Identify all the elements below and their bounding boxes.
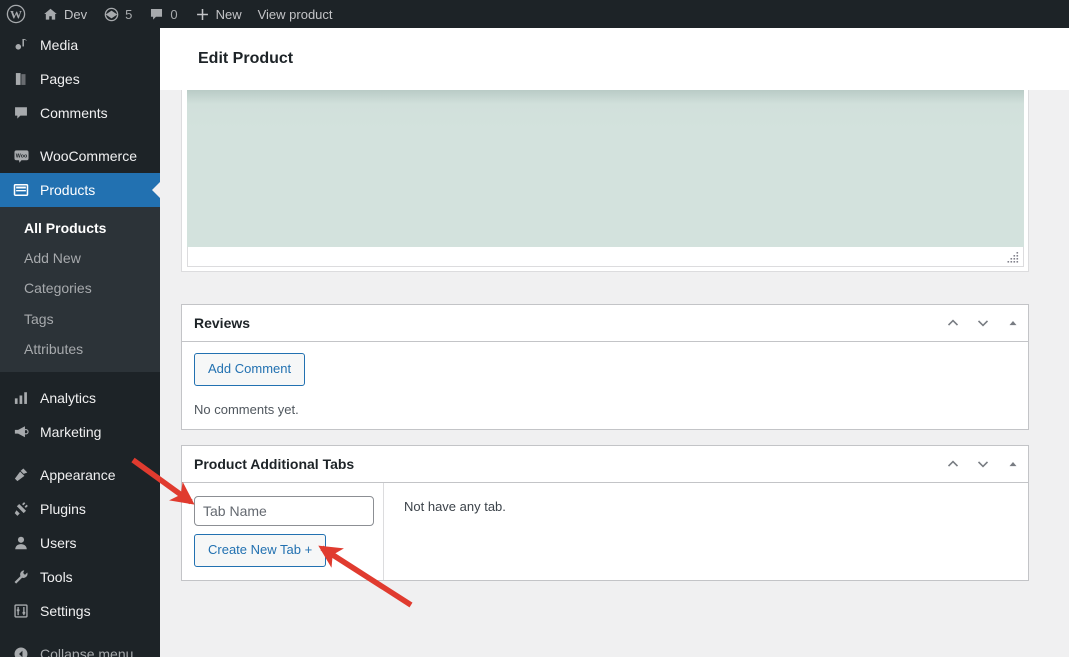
sidebar-item-categories[interactable]: Categories (0, 273, 160, 303)
products-icon (11, 180, 31, 200)
reviews-panel-header[interactable]: Reviews (182, 305, 1028, 342)
tools-icon (11, 567, 31, 587)
add-comment-button[interactable]: Add Comment (194, 353, 306, 386)
sidebar-item-comments[interactable]: Comments (0, 96, 160, 130)
svg-text:W: W (10, 8, 22, 22)
editor-resize-handle[interactable] (1006, 251, 1020, 264)
sidebar-item-label: Analytics (40, 389, 97, 406)
settings-icon (11, 601, 31, 621)
sidebar-item-label: Media (40, 37, 79, 53)
sidebar-separator (0, 372, 160, 381)
editor-content-area[interactable] (187, 90, 1024, 247)
media-icon (11, 35, 31, 55)
product-additional-tabs-panel: Product Additional Tabs Tab Name Create … (181, 445, 1029, 581)
current-menu-arrow-icon (152, 182, 160, 198)
reviews-empty-text: No comments yet. (194, 401, 299, 417)
updates-count: 5 (125, 6, 133, 22)
sidebar-separator (0, 449, 160, 458)
product-description-editor[interactable] (181, 90, 1029, 272)
additional-tabs-panel-header[interactable]: Product Additional Tabs (182, 446, 1028, 483)
sidebar-item-woocommerce[interactable]: Woo WooCommerce (0, 139, 160, 173)
sidebar-item-label: Plugins (40, 500, 86, 517)
comments-count: 0 (170, 6, 178, 22)
sidebar-item-label: Products (40, 182, 96, 198)
sidebar-item-label: WooCommerce (40, 148, 137, 164)
view-product-label: View product (257, 6, 333, 22)
new-content-button[interactable]: New (186, 0, 250, 28)
sidebar-item-all-products[interactable]: All Products (0, 213, 160, 243)
sidebar-item-add-new[interactable]: Add New (0, 243, 160, 273)
additional-tabs-panel-title: Product Additional Tabs (194, 456, 355, 472)
additional-tabs-panel-actions (938, 446, 1028, 482)
comments-icon (11, 103, 31, 123)
products-submenu: All Products Add New Categories Tags Att… (0, 207, 160, 372)
analytics-icon (11, 388, 31, 408)
sidebar-item-label: Collapse menu (40, 645, 134, 657)
create-new-tab-button[interactable]: Create New Tab + (194, 534, 327, 567)
sidebar-separator (0, 628, 160, 637)
plugins-icon (11, 499, 31, 519)
additional-tabs-form: Create New Tab + (182, 483, 384, 580)
reviews-panel: Reviews Add Comment No comments yet. (181, 304, 1029, 430)
sidebar-item-label: Appearance (40, 466, 116, 483)
main-content: Reviews Add Comment No comments yet. Pro… (160, 90, 1069, 657)
plus-icon (194, 6, 211, 23)
editor-status-bar (187, 247, 1024, 267)
reviews-panel-actions (938, 305, 1028, 341)
toggle-panel-icon[interactable] (998, 446, 1028, 482)
sidebar-item-attributes[interactable]: Attributes (0, 334, 160, 364)
wp-logo-button[interactable]: W (0, 0, 34, 28)
sidebar-separator (0, 130, 160, 139)
sidebar-item-label: Marketing (40, 423, 102, 440)
sidebar-item-plugins[interactable]: Plugins (0, 492, 160, 526)
page-header-bar: Edit Product (160, 28, 1069, 90)
users-icon (11, 533, 31, 553)
move-up-icon[interactable] (938, 446, 968, 482)
comments-button[interactable]: 0 (140, 0, 185, 28)
sidebar-item-tags[interactable]: Tags (0, 304, 160, 334)
toggle-panel-icon[interactable] (998, 305, 1028, 341)
woocommerce-icon: Woo (11, 146, 31, 166)
move-up-icon[interactable] (938, 305, 968, 341)
sidebar-item-tools[interactable]: Tools (0, 560, 160, 594)
reviews-panel-body: Add Comment No comments yet. (182, 342, 1028, 429)
sidebar-item-products[interactable]: Products (0, 173, 160, 207)
svg-text:Woo: Woo (15, 153, 27, 159)
sidebar-item-label: Tools (40, 568, 73, 585)
sidebar-item-label: Pages (40, 71, 80, 87)
tab-name-input[interactable] (194, 496, 374, 526)
sidebar-item-pages[interactable]: Pages (0, 62, 160, 96)
comment-bubble-icon (148, 6, 165, 23)
wordpress-logo-icon: W (6, 4, 26, 24)
view-product-button[interactable]: View product (250, 0, 341, 28)
sidebar-item-marketing[interactable]: Marketing (0, 415, 160, 449)
admin-sidebar: Media Pages Comments Woo WooCommerce Pro… (0, 28, 160, 657)
sidebar-item-settings[interactable]: Settings (0, 594, 160, 628)
sidebar-item-analytics[interactable]: Analytics (0, 381, 160, 415)
reviews-panel-title: Reviews (194, 315, 251, 331)
move-down-icon[interactable] (968, 305, 998, 341)
sidebar-item-label: Users (40, 534, 77, 551)
additional-tabs-empty-text: Not have any tab. (404, 499, 506, 514)
sidebar-item-users[interactable]: Users (0, 526, 160, 560)
sidebar-item-media[interactable]: Media (0, 28, 160, 62)
move-down-icon[interactable] (968, 446, 998, 482)
pages-icon (11, 69, 31, 89)
marketing-icon (11, 422, 31, 442)
appearance-icon (11, 465, 31, 485)
collapse-icon (11, 644, 31, 657)
additional-tabs-panel-body: Create New Tab + Not have any tab. (182, 483, 1028, 580)
site-name-button[interactable]: Dev (34, 0, 95, 28)
updates-icon (103, 6, 120, 23)
new-content-label: New (215, 6, 242, 22)
collapse-menu-button[interactable]: Collapse menu (0, 637, 160, 657)
sidebar-item-appearance[interactable]: Appearance (0, 458, 160, 492)
updates-button[interactable]: 5 (95, 0, 140, 28)
admin-bar: W Dev 5 0 New View product (0, 0, 1069, 28)
home-icon (42, 6, 59, 23)
sidebar-item-label: Settings (40, 602, 91, 619)
sidebar-item-label: Comments (40, 105, 108, 121)
site-name-label: Dev (64, 6, 88, 22)
page-title: Edit Product (198, 50, 294, 67)
